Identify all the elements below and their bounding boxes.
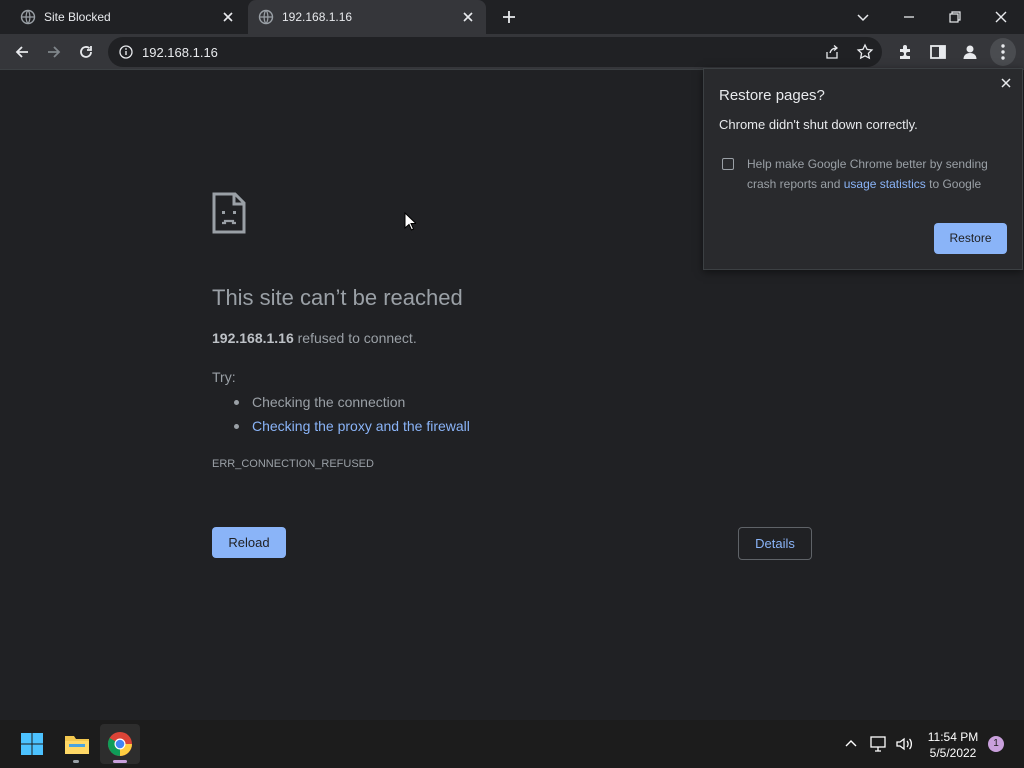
clock-time: 11:54 PM — [927, 730, 979, 744]
tab-site-blocked[interactable]: Site Blocked — [14, 0, 246, 34]
info-icon[interactable] — [118, 44, 134, 60]
clock-date: 5/5/2022 — [929, 746, 977, 760]
close-popup-icon[interactable] — [998, 75, 1014, 91]
back-icon[interactable] — [12, 42, 32, 62]
explorer-running-indicator — [73, 760, 79, 763]
suggestion-check-connection: Checking the connection — [234, 393, 470, 417]
windows-start-icon[interactable] — [18, 730, 46, 758]
tab-active-ip[interactable]: 192.168.1.16 — [248, 0, 486, 34]
side-panel-icon[interactable] — [928, 42, 948, 62]
new-tab-icon[interactable] — [500, 8, 518, 26]
checkbox-text-end: to Google — [929, 177, 982, 191]
system-clock[interactable]: 11:54 PM 5/5/2022 — [918, 729, 988, 761]
error-title: This site can’t be reached — [212, 285, 463, 310]
error-host: 192.168.1.16 — [212, 330, 294, 346]
popup-title: Restore pages? — [719, 87, 825, 104]
chrome-active-indicator — [113, 760, 127, 763]
error-code: ERR_CONNECTION_REFUSED — [212, 458, 374, 470]
address-url: 192.168.1.16 — [142, 45, 218, 60]
close-tab-icon[interactable] — [460, 9, 476, 25]
globe-icon — [20, 9, 36, 25]
bookmark-star-icon[interactable] — [856, 43, 874, 61]
sad-page-icon — [212, 192, 246, 234]
popup-subtitle: Chrome didn't shut down correctly. — [719, 117, 918, 132]
suggestion-check-proxy-link[interactable]: Checking the proxy and the firewall — [234, 417, 470, 441]
globe-icon — [258, 9, 274, 25]
close-window-icon[interactable] — [990, 6, 1012, 28]
reload-button[interactable]: Reload — [212, 527, 286, 558]
tab-strip: Site Blocked 192.168.1.16 — [0, 0, 1024, 34]
error-message: 192.168.1.16 refused to connect. — [212, 330, 417, 346]
address-bar[interactable]: 192.168.1.16 — [108, 37, 882, 67]
browser-toolbar: 192.168.1.16 — [0, 34, 1024, 70]
share-icon[interactable] — [824, 44, 840, 60]
restore-pages-popup: Restore pages? Chrome didn't shut down c… — [703, 68, 1023, 270]
volume-icon[interactable] — [894, 734, 914, 754]
mouse-cursor-icon — [404, 212, 416, 232]
tab-title: Site Blocked — [44, 10, 111, 24]
restore-window-icon[interactable] — [944, 6, 966, 28]
notification-badge[interactable]: 1 — [988, 736, 1004, 752]
menu-dots-icon[interactable] — [990, 38, 1016, 66]
details-button[interactable]: Details — [738, 527, 812, 560]
suggestion-list: Checking the connection Checking the pro… — [234, 393, 470, 441]
reload-icon[interactable] — [76, 42, 96, 62]
profile-icon[interactable] — [960, 42, 980, 62]
tab-search-icon[interactable] — [852, 6, 874, 28]
crash-report-checkbox[interactable] — [722, 158, 734, 170]
chevron-up-icon[interactable] — [842, 734, 860, 752]
restore-button[interactable]: Restore — [934, 223, 1007, 254]
network-icon[interactable] — [868, 734, 888, 754]
file-explorer-icon[interactable] — [63, 730, 91, 758]
forward-icon[interactable] — [44, 42, 64, 62]
close-tab-icon[interactable] — [220, 9, 236, 25]
crash-report-text: Help make Google Chrome better by sendin… — [747, 154, 1009, 194]
extensions-icon[interactable] — [896, 42, 916, 62]
usage-statistics-link[interactable]: usage statistics — [844, 177, 926, 191]
try-label: Try: — [212, 369, 236, 385]
taskbar: 11:54 PM 5/5/2022 1 — [0, 720, 1024, 768]
chrome-taskbar-button[interactable] — [100, 724, 140, 764]
minimize-icon[interactable] — [898, 6, 920, 28]
chrome-icon — [107, 731, 133, 757]
error-message-text: refused to connect. — [297, 330, 417, 346]
tab-title: 192.168.1.16 — [282, 10, 353, 24]
